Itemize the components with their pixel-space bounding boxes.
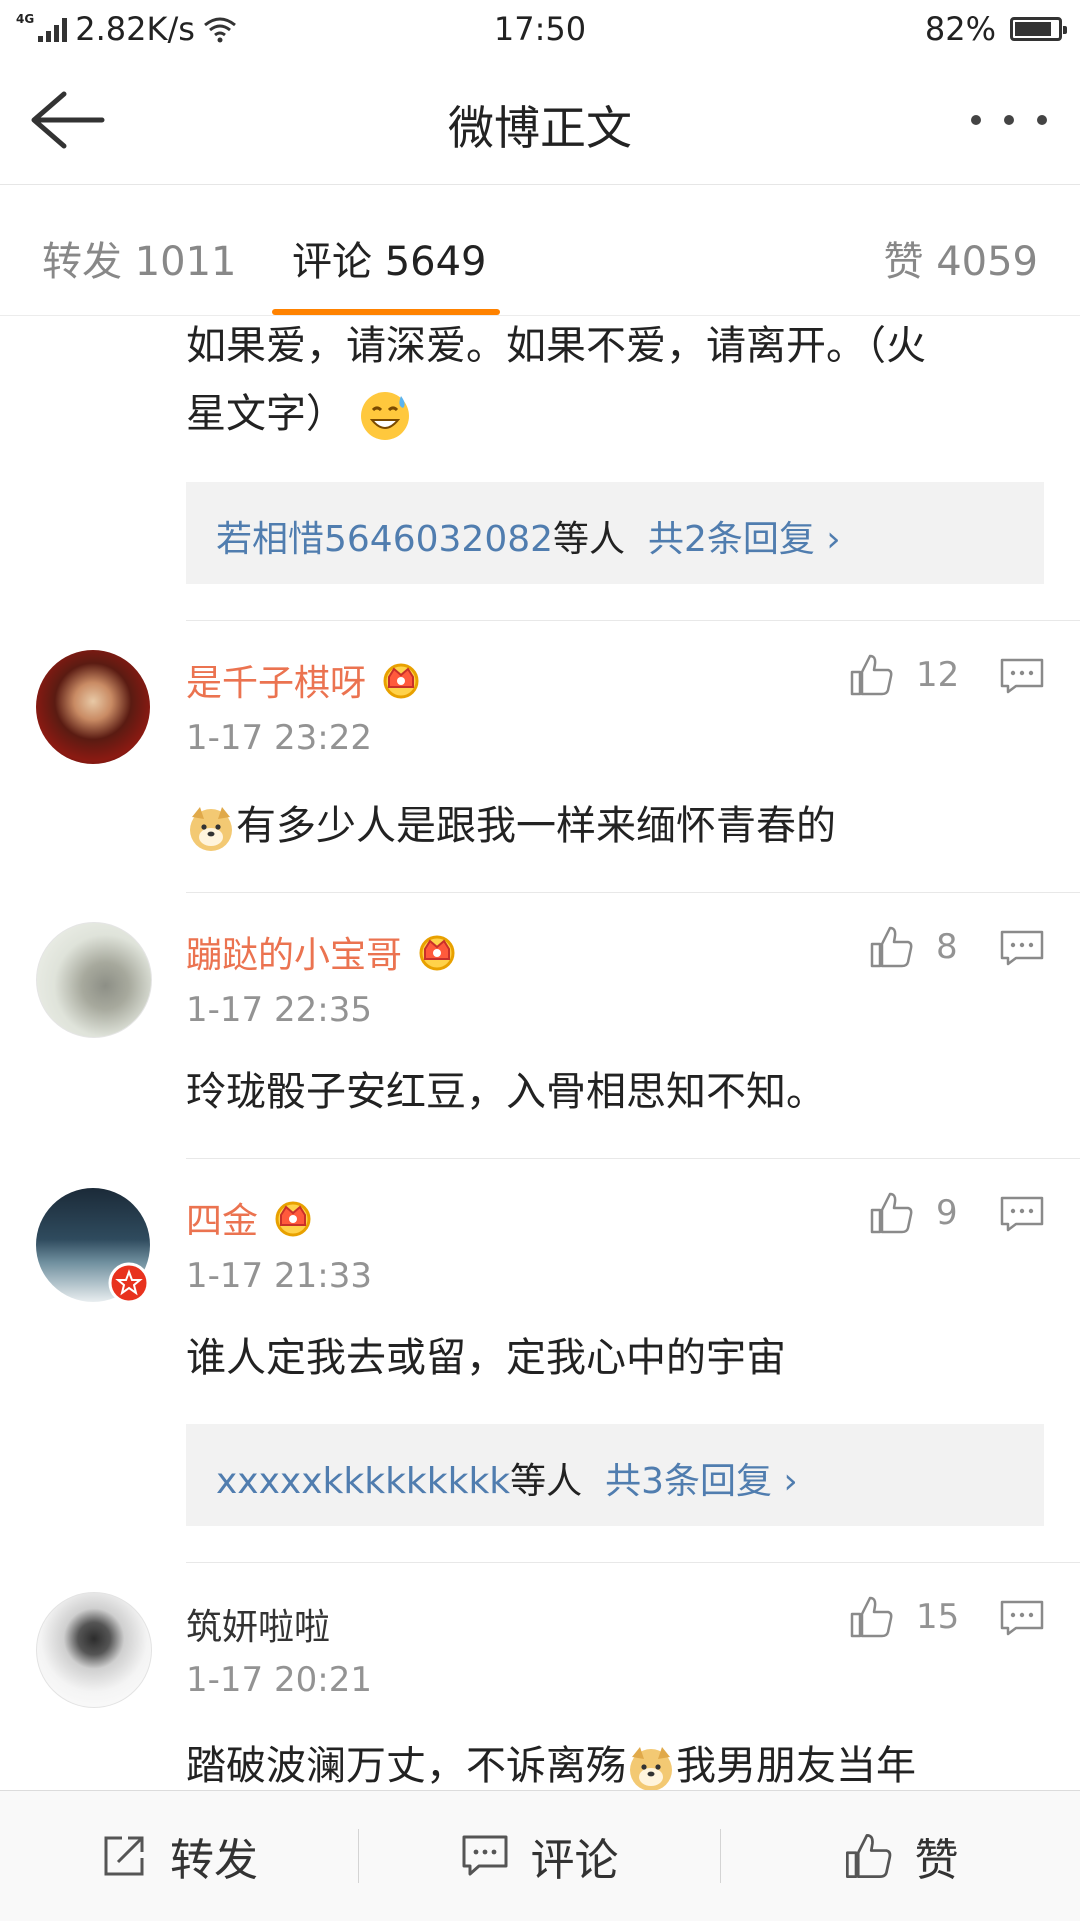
verified-badge-icon	[108, 1262, 150, 1304]
thumbs-up-icon	[850, 654, 893, 696]
avatar[interactable]	[36, 922, 152, 1038]
nav-header: 微博正文	[0, 56, 1080, 185]
thumbs-up-icon	[870, 926, 913, 968]
like-button[interactable]: 15	[848, 1594, 959, 1640]
comment-text: 玲珑骰子安红豆，入骨相思知不知。	[186, 1069, 826, 1115]
sweat-smile-emoji-icon	[360, 392, 409, 440]
like-post-button[interactable]: 赞	[721, 1791, 1080, 1921]
like-count: 8	[936, 927, 958, 967]
crown-badge-icon	[275, 1201, 311, 1237]
battery-percent: 82%	[924, 10, 996, 48]
comment-text-line: 如果爱，请深爱。如果不爱，请离开。（火	[186, 323, 926, 369]
divider	[186, 1562, 1080, 1563]
like-label: 赞	[914, 1835, 959, 1886]
comment-time: 1-17 21:33	[186, 1256, 372, 1296]
battery-icon	[1010, 17, 1067, 41]
thumbs-up-icon	[845, 1833, 891, 1879]
tab-repost[interactable]: 转发 1011	[42, 229, 237, 287]
comment-username[interactable]: 四金	[186, 1192, 316, 1244]
repost-button[interactable]: 转发	[0, 1791, 358, 1921]
like-count: 12	[916, 655, 960, 695]
reply-icon[interactable]	[1000, 1600, 1044, 1636]
tab-comments[interactable]: 评论 5649	[292, 229, 487, 287]
thumbs-up-icon	[870, 1192, 913, 1234]
comment-text: 有多少人是跟我一样来缅怀青春的	[186, 792, 1046, 860]
comment-text-line: 星文字）	[186, 380, 1046, 448]
reply-suffix: 等人	[510, 1461, 583, 1502]
doge-emoji-icon	[630, 1747, 672, 1791]
comment-username[interactable]: 筑妍啦啦	[186, 1598, 330, 1650]
like-count: 15	[916, 1597, 960, 1637]
comment-text: 如果爱，请深爱。如果不爱，请离开。（火 星文字）	[186, 312, 1046, 448]
comment-label: 评论	[530, 1835, 619, 1886]
crown-badge-icon	[419, 935, 455, 971]
like-count: 9	[936, 1193, 958, 1233]
like-button[interactable]: 9	[868, 1190, 958, 1236]
page-title: 微博正文	[448, 101, 632, 155]
status-bar: 4G 2.82K/s 17:50 82%	[0, 0, 1080, 56]
comment-username[interactable]: 是千子棋呀	[186, 654, 424, 706]
share-icon	[104, 1836, 144, 1876]
more-icon[interactable]	[964, 96, 1054, 144]
reply-icon[interactable]	[1000, 930, 1044, 966]
repost-label: 转发	[170, 1835, 258, 1886]
comment-time: 1-17 22:35	[186, 990, 372, 1030]
reply-summary[interactable]: xxxxxkkkkkkkkk等人 共3条回复 ›	[186, 1424, 1044, 1526]
comment-icon	[462, 1835, 507, 1876]
doge-emoji-icon	[190, 807, 232, 851]
reply-icon[interactable]	[1000, 1196, 1044, 1232]
reply-suffix: 等人	[553, 519, 626, 560]
reply-summary[interactable]: 若相惜5646032082等人 共2条回复 ›	[186, 482, 1044, 584]
like-button[interactable]: 8	[868, 924, 958, 970]
reply-count-link[interactable]: 共3条回复 ›	[605, 1461, 798, 1502]
avatar[interactable]	[36, 1592, 152, 1708]
comment-time: 1-17 20:21	[186, 1660, 372, 1700]
status-right: 82%	[924, 10, 1067, 48]
divider	[186, 620, 1080, 621]
divider	[186, 1158, 1080, 1159]
comment-username[interactable]: 蹦跶的小宝哥	[186, 926, 460, 978]
avatar[interactable]	[36, 650, 150, 764]
reply-users[interactable]: 若相惜5646032082	[216, 519, 553, 560]
bottom-action-bar: 转发 评论 赞	[0, 1790, 1080, 1921]
reply-count-link[interactable]: 共2条回复 ›	[648, 519, 841, 560]
status-time: 17:50	[493, 10, 587, 48]
thumbs-up-icon	[850, 1596, 893, 1638]
reply-icon[interactable]	[1000, 658, 1044, 694]
divider	[186, 892, 1080, 893]
comment-button[interactable]: 评论	[359, 1791, 720, 1921]
comment-time: 1-17 23:22	[186, 718, 372, 758]
tab-bar: 转发 1011 评论 5649 赞 4059	[0, 185, 1080, 316]
comment-text: 谁人定我去或留，定我心中的宇宙	[186, 1335, 786, 1381]
reply-users[interactable]: xxxxxkkkkkkkkk	[216, 1461, 510, 1502]
tab-likes[interactable]: 赞 4059	[883, 229, 1038, 287]
like-button[interactable]: 12	[848, 652, 959, 698]
crown-badge-icon	[383, 663, 419, 699]
